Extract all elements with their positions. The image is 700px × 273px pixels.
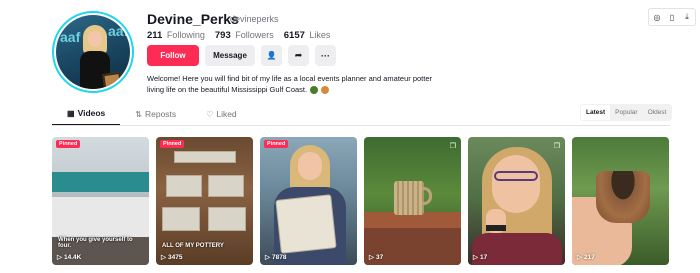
add-friend-button[interactable]: 👤 <box>261 45 282 66</box>
tabs-divider <box>52 125 670 126</box>
more-icon: ··· <box>321 50 330 61</box>
video-card[interactable]: Pinned When you give yourself to four. ▷… <box>52 137 149 265</box>
followers-count: 793 <box>214 30 231 41</box>
tab-videos[interactable]: ▦ Videos <box>52 104 121 126</box>
photo-carousel-icon: ❐ <box>553 143 560 150</box>
play-icon: ▷ <box>161 254 166 261</box>
play-icon: ▷ <box>473 254 478 261</box>
video-caption: When you give yourself to four. <box>58 237 133 249</box>
sort-oldest[interactable]: Oldest <box>643 105 672 120</box>
share-icon: ➦ <box>294 50 303 60</box>
sort-latest[interactable]: Latest <box>581 105 611 120</box>
add-friend-icon: 👤 <box>266 51 277 60</box>
likes-stat: 6157 Likes <box>284 30 331 41</box>
view-count-value: 217 <box>584 253 595 261</box>
repost-icon: ⇅ <box>135 109 142 119</box>
liked-icon: ♡ <box>206 109 214 119</box>
sort-popular[interactable]: Popular <box>610 105 642 120</box>
avatar[interactable]: aaf aaf <box>52 11 134 93</box>
pinned-badge: Pinned <box>56 140 81 148</box>
follow-button[interactable]: Follow <box>147 45 199 66</box>
pinned-badge: Pinned <box>160 140 185 148</box>
header-utility-icons: ◎ ▯ ⤓ <box>648 8 696 26</box>
view-count: ▷ 217 <box>577 253 595 262</box>
view-count-value: 17 <box>480 253 488 261</box>
play-icon: ▷ <box>57 254 62 261</box>
grid-icon: ▦ <box>67 108 75 118</box>
profile-handle: devineperks <box>230 14 279 24</box>
avatar-logo-text: aaf <box>60 29 81 45</box>
video-card[interactable]: ▷ 217 <box>572 137 669 265</box>
following-stat[interactable]: 211 Following <box>147 30 205 41</box>
phone-icon[interactable]: ▯ <box>668 13 677 22</box>
followers-label: Followers <box>235 30 274 40</box>
tab-videos-label: Videos <box>77 108 106 118</box>
view-count-value: 7878 <box>272 253 287 261</box>
view-count-value: 14.4K <box>64 253 82 261</box>
video-card[interactable]: Pinned ALL OF MY POTTERY ▷ 3475 <box>156 137 253 265</box>
avatar-image: aaf aaf <box>56 15 130 89</box>
view-count: ▷ 17 <box>473 253 488 262</box>
video-grid: Pinned When you give yourself to four. ▷… <box>52 137 669 265</box>
following-count: 211 <box>147 30 163 41</box>
play-icon: ▷ <box>369 254 374 261</box>
video-card[interactable]: Pinned ▷ 7878 <box>260 137 357 265</box>
profile-actions: Follow Message 👤 ➦ ··· <box>147 45 336 66</box>
compass-icon[interactable]: ◎ <box>653 13 662 22</box>
likes-count: 6157 <box>283 30 305 41</box>
view-count-value: 37 <box>376 253 384 261</box>
oyster-emoji <box>321 86 330 95</box>
profile-stats: 211 Following 793 Followers 6157 Likes <box>147 30 330 41</box>
likes-label: Likes <box>309 30 331 40</box>
view-count: ▷ 37 <box>369 253 384 262</box>
view-count: ▷ 3475 <box>161 253 183 262</box>
share-button[interactable]: ➦ <box>288 45 309 66</box>
play-icon: ▷ <box>577 254 582 261</box>
photo-carousel-icon: ❐ <box>449 143 456 150</box>
avatar-person <box>80 25 124 89</box>
play-icon: ▷ <box>265 254 270 261</box>
bio-text: Welcome! Here you will find bit of my li… <box>147 74 432 94</box>
view-count-value: 3475 <box>168 253 183 261</box>
video-card[interactable]: ❐ ▷ 17 <box>468 137 565 265</box>
followers-stat[interactable]: 793 Followers <box>215 30 274 41</box>
tab-liked-label: Liked <box>216 109 237 119</box>
view-count: ▷ 14.4K <box>57 253 82 262</box>
more-button[interactable]: ··· <box>315 45 336 66</box>
download-icon[interactable]: ⤓ <box>683 12 692 22</box>
profile-bio: Welcome! Here you will find bit of my li… <box>147 73 437 95</box>
avatar-logo-text: aaf <box>108 23 129 39</box>
video-caption: ALL OF MY POTTERY <box>162 243 224 249</box>
pinned-badge: Pinned <box>264 140 289 148</box>
profile-tabs: ▦ Videos ⇅ Reposts ♡ Liked <box>52 104 252 126</box>
video-card[interactable]: ❐ ▷ 37 <box>364 137 461 265</box>
sort-toggle: Latest Popular Oldest <box>580 104 673 121</box>
following-label: Following <box>166 30 205 40</box>
view-count: ▷ 7878 <box>265 253 287 262</box>
tab-reposts[interactable]: ⇅ Reposts <box>120 104 191 126</box>
leaf-emoji <box>310 86 319 95</box>
tab-reposts-label: Reposts <box>144 109 177 119</box>
tab-liked[interactable]: ♡ Liked <box>191 104 252 126</box>
message-button[interactable]: Message <box>205 45 255 66</box>
profile-username: Devine_Perks <box>147 11 239 27</box>
